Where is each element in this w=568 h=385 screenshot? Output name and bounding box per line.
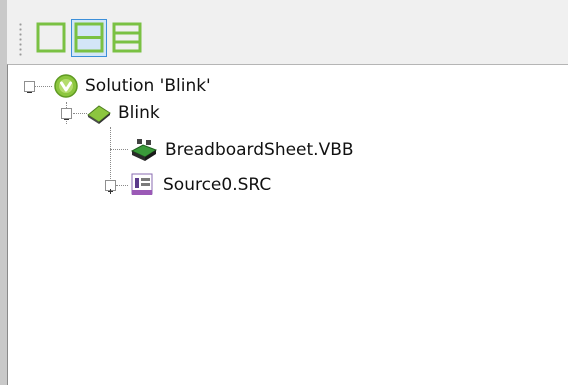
breadboard-sheet-label: BreadboardSheet.VBB — [165, 140, 354, 160]
plus-icon — [108, 189, 113, 194]
solution-collapse-toggle[interactable] — [24, 81, 35, 93]
tree-connector — [73, 113, 87, 114]
solution-explorer-panel: Solution 'Blink' Blink BreadboardSheet.V… — [0, 0, 568, 385]
breadboard-sheet-icon — [130, 139, 158, 161]
tree-connector — [110, 127, 111, 185]
project-label: Blink — [118, 103, 160, 123]
tree-node-project[interactable]: Blink — [86, 100, 160, 126]
tree-connector — [110, 149, 128, 150]
source-expand-toggle[interactable] — [105, 180, 116, 194]
square-icon — [36, 22, 66, 53]
project-collapse-toggle[interactable] — [61, 108, 72, 120]
toolbar-grip[interactable] — [19, 22, 22, 58]
tree-connector — [116, 185, 128, 186]
split-three-icon — [112, 22, 142, 53]
source-file-label: Source0.SRC — [163, 175, 272, 195]
minus-icon — [27, 92, 32, 93]
solution-label: Solution 'Blink' — [85, 76, 211, 96]
panel-left-border — [0, 0, 7, 385]
toolbar — [7, 0, 568, 64]
project-icon — [87, 105, 111, 124]
tree-connector — [35, 86, 52, 87]
split-three-view-button[interactable] — [109, 19, 145, 57]
solution-tree[interactable]: Solution 'Blink' Blink BreadboardSheet.V… — [7, 64, 568, 385]
source-file-icon — [131, 173, 153, 195]
solution-icon — [54, 74, 78, 98]
tree-node-source[interactable]: Source0.SRC — [129, 172, 271, 198]
split-horizontal-view-button[interactable] — [71, 19, 107, 57]
tree-node-breadboard[interactable]: BreadboardSheet.VBB — [129, 137, 354, 163]
single-pane-view-button[interactable] — [33, 19, 69, 57]
tree-node-solution[interactable]: Solution 'Blink' — [53, 73, 211, 99]
minus-icon — [64, 119, 69, 120]
split-horizontal-icon — [74, 22, 104, 53]
